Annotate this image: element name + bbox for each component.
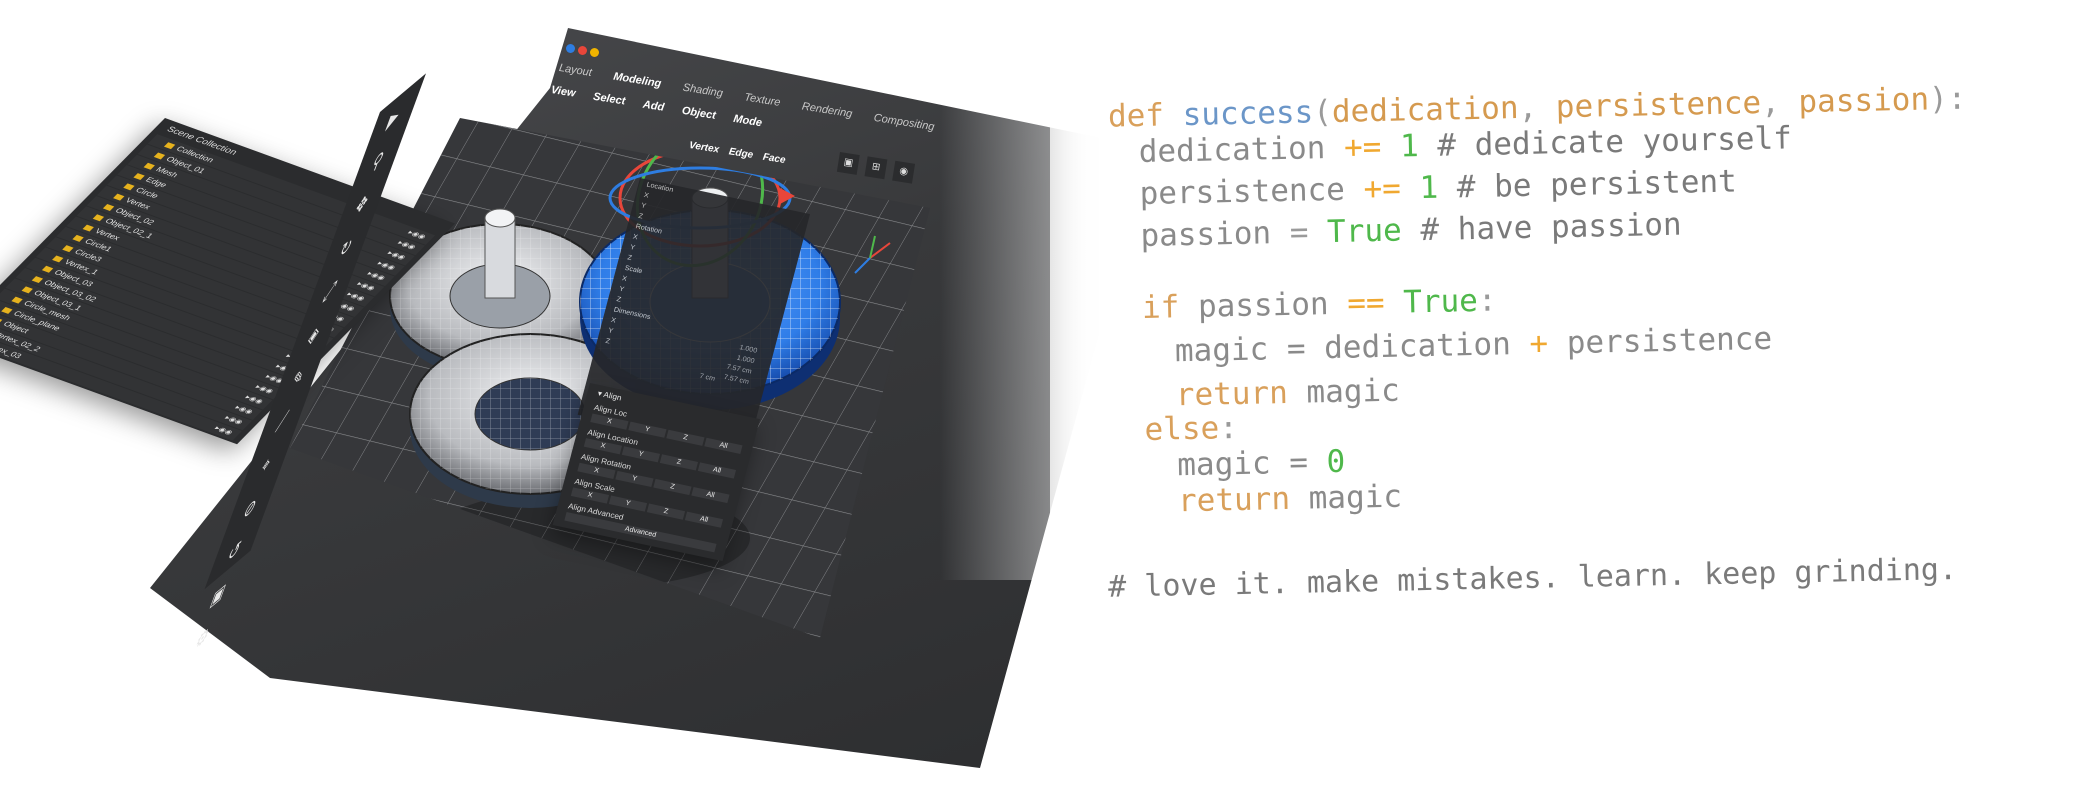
folder-icon [153, 152, 166, 160]
folder-icon [31, 275, 44, 283]
code-token: + [1529, 325, 1549, 362]
folder-icon [92, 214, 105, 222]
folder-icon [164, 142, 176, 150]
close-button[interactable] [578, 46, 587, 55]
code-comment-motto: # love it. make mistakes. learn. keep gr… [1107, 551, 1958, 605]
code-token: passion [1798, 81, 1930, 121]
maximize-button[interactable] [566, 44, 575, 53]
minimize-button[interactable] [590, 48, 599, 57]
folder-icon [72, 234, 84, 242]
code-token: True [1326, 212, 1403, 251]
overlay-icon[interactable]: ◉ [892, 160, 916, 184]
folder-icon [21, 286, 33, 294]
code-token: persistence [1547, 320, 1773, 362]
code-token: ): [1928, 80, 1967, 118]
code-token: magic [1306, 372, 1401, 411]
code-token: passion [1140, 214, 1291, 254]
folder-icon [52, 255, 64, 263]
code-snippet: def success(dedication, persistence, pas… [995, 47, 2096, 690]
prop-value[interactable]: 7.57 cm [723, 374, 750, 386]
folder-icon [1, 306, 13, 314]
proportional-icon[interactable]: ⊞ [864, 156, 888, 180]
folder-icon [11, 296, 23, 304]
folder-icon [133, 173, 145, 180]
folder-icon [41, 265, 54, 273]
code-token: return [1177, 480, 1310, 520]
folder-icon [62, 245, 74, 253]
folder-icon [0, 317, 3, 325]
prop-value[interactable]: 7 cm [699, 373, 716, 383]
folder-icon [123, 183, 135, 191]
hero-illustration: Layout Modeling Shading Texture Renderin… [0, 0, 2096, 793]
folder-icon [113, 193, 125, 201]
snap-icon[interactable]: ▣ [836, 152, 860, 175]
folder-icon [102, 203, 115, 211]
code-token: = [1289, 214, 1328, 251]
modeling-app-window: Layout Modeling Shading Texture Renderin… [0, 28, 1050, 788]
folder-icon [143, 162, 156, 170]
code-token: # have passion [1401, 206, 1683, 249]
code-line: # love it. make mistakes. learn. keep gr… [999, 520, 1958, 639]
code-token: magic [1308, 478, 1403, 517]
folder-icon [82, 224, 94, 232]
